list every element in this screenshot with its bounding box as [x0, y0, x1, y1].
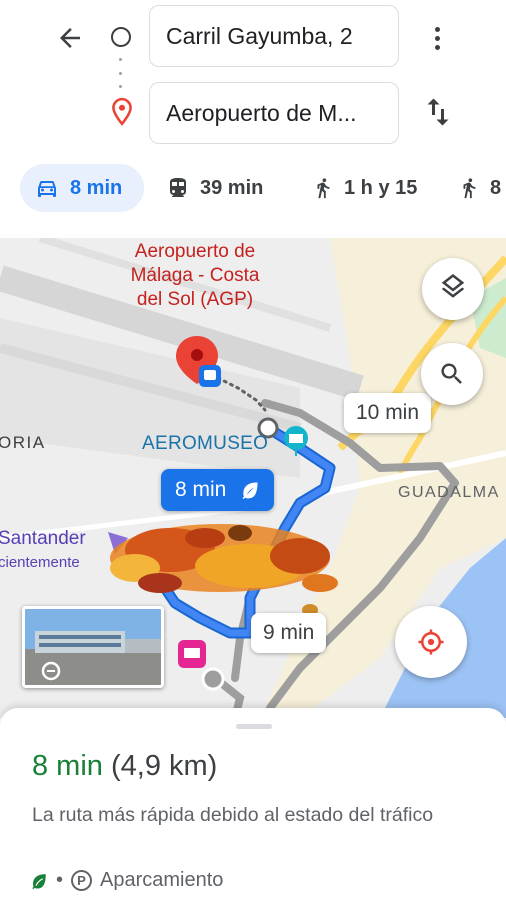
- tab-transit-label: 39 min: [200, 176, 264, 199]
- route-duration: 8 min: [32, 750, 103, 782]
- leaf-icon: [242, 482, 258, 500]
- route-description: La ruta más rápida debido al estado del …: [32, 804, 434, 826]
- street-view-image: [25, 609, 161, 685]
- map-search-button[interactable]: [421, 343, 483, 405]
- route-summary: 8 min (4,9 km): [32, 750, 217, 783]
- destination-pin-icon: [112, 97, 132, 126]
- route-chip-primary[interactable]: 8 min: [161, 469, 275, 511]
- layers-button[interactable]: [422, 258, 484, 320]
- tab-cycling-label: 8: [490, 176, 502, 199]
- transit-icon: [170, 178, 186, 197]
- origin-circle-icon: [111, 27, 131, 47]
- directions-header: Carril Gayumba, 2 Aeropuerto de M... 8 m…: [0, 0, 506, 238]
- layers-icon: [441, 274, 465, 298]
- tab-driving-label: 8 min: [70, 176, 123, 199]
- route-chip-primary-label: 8 min: [175, 478, 227, 501]
- route-chip-alt-10min[interactable]: 10 min: [344, 393, 432, 433]
- route-chip-alt-9min[interactable]: 9 min: [251, 613, 327, 653]
- map-view[interactable]: Aeropuerto de Málaga - Costa del Sol (AG…: [0, 238, 506, 718]
- guadalma-label: GUADALMA: [398, 484, 500, 501]
- oria-label: ORIA: [0, 433, 46, 452]
- santander-sublabel: cientemente: [0, 554, 80, 571]
- origin-input[interactable]: Carril Gayumba, 2: [149, 5, 399, 67]
- route-connector-dots: [119, 58, 123, 88]
- sheet-drag-handle[interactable]: [236, 724, 272, 729]
- travel-mode-tabs: 8 min 39 min 1 h y 15 8: [0, 160, 506, 216]
- back-button[interactable]: [50, 18, 90, 58]
- street-view-thumbnail[interactable]: [22, 606, 164, 688]
- tab-cycling[interactable]: 8: [458, 164, 501, 212]
- aeromuseo-label[interactable]: AEROMUSEO: [142, 433, 268, 455]
- airport-label[interactable]: Aeropuerto de Málaga - Costa del Sol (AG…: [120, 240, 270, 312]
- leaf-icon: [32, 873, 46, 889]
- parking-label: Aparcamiento: [100, 869, 224, 891]
- tag-separator: •: [56, 869, 64, 891]
- my-location-button[interactable]: [395, 606, 467, 678]
- route-tags: • P Aparcamiento: [30, 869, 223, 892]
- more-options-button[interactable]: [423, 20, 451, 56]
- back-arrow-icon: [60, 28, 80, 48]
- tab-driving[interactable]: 8 min: [20, 164, 144, 212]
- more-vert-icon: [434, 26, 440, 32]
- walk-icon: [317, 178, 330, 199]
- bike-icon: [463, 178, 476, 199]
- route-distance: (4,9 km): [110, 750, 218, 782]
- car-icon: [38, 181, 56, 197]
- tab-transit[interactable]: 39 min: [166, 164, 263, 212]
- santander-label[interactable]: Santander: [0, 528, 86, 550]
- route-summary-sheet[interactable]: 8 min (4,9 km) La ruta más rápida debido…: [0, 708, 506, 900]
- locate-icon: [418, 629, 444, 655]
- search-icon: [441, 363, 462, 384]
- tab-walking-label: 1 h y 15: [344, 176, 418, 199]
- parking-icon: P: [71, 870, 93, 891]
- swap-icon[interactable]: [420, 92, 456, 132]
- destination-input[interactable]: Aeropuerto de M...: [149, 82, 399, 144]
- tab-walking[interactable]: 1 h y 15: [312, 164, 417, 212]
